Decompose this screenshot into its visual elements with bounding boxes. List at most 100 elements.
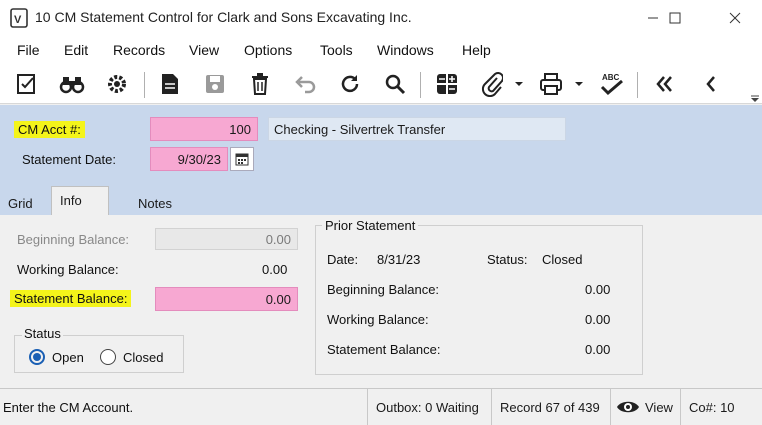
save-button[interactable] [200, 70, 230, 98]
cm-acct-description: Checking - Silvertrek Transfer [268, 117, 566, 141]
prior-statement-balance-label: Statement Balance: [327, 342, 441, 357]
svg-text:V: V [14, 14, 22, 26]
toolbar-overflow-button[interactable] [750, 92, 760, 102]
calculator-icon [437, 74, 457, 94]
menu-windows[interactable]: Windows [377, 42, 434, 58]
menu-file[interactable]: File [17, 42, 40, 58]
chevron-down-icon [751, 95, 759, 102]
status-bar: Enter the CM Account. Outbox: 0 Waiting … [0, 388, 762, 425]
settings-button[interactable] [102, 70, 132, 98]
beginning-balance-field: 0.00 [155, 228, 298, 250]
statement-date-input[interactable]: 9/30/23 [150, 147, 228, 171]
previous-record-button[interactable] [696, 70, 726, 98]
cm-acct-input[interactable]: 100 [150, 117, 258, 141]
menu-help[interactable]: Help [462, 42, 491, 58]
spellcheck-button[interactable]: ABC [597, 70, 627, 98]
status-open-label: Open [52, 350, 84, 365]
save-icon [206, 75, 224, 93]
checklist-icon [17, 74, 35, 94]
status-closed-label: Closed [123, 350, 164, 365]
print-icon [540, 73, 562, 95]
menu-bar: File Edit Records View Options Tools Win… [0, 36, 762, 64]
document-icon [162, 74, 178, 94]
prior-status-value: Closed [542, 252, 583, 267]
find-button[interactable] [57, 70, 87, 98]
prior-date-value: 8/31/23 [377, 252, 421, 267]
cm-acct-label: CM Acct #: [14, 121, 85, 138]
prior-statement-balance-value: 0.00 [585, 342, 611, 357]
close-button[interactable] [712, 0, 758, 36]
search-button[interactable] [380, 70, 410, 98]
new-document-button[interactable] [155, 70, 185, 98]
window-title: 10 CM Statement Control for Clark and So… [35, 9, 412, 25]
menu-view[interactable]: View [189, 42, 219, 58]
chevron-down-icon [575, 82, 583, 86]
maximize-button[interactable] [652, 0, 698, 36]
prior-status-label: Status: [487, 252, 528, 267]
binoculars-icon [59, 77, 85, 94]
statement-balance-input[interactable]: 0.00 [155, 287, 298, 311]
refresh-icon [341, 75, 359, 93]
toolbar: ABC [0, 64, 762, 104]
radio-selected-dot [33, 353, 41, 361]
view-label: View [645, 399, 673, 415]
attachment-button[interactable] [477, 70, 507, 98]
prior-beginning-balance-label: Beginning Balance: [327, 282, 440, 297]
outbox-text: Outbox: 0 Waiting [376, 399, 479, 415]
previous-record-icon [706, 76, 715, 92]
toolbar-separator [144, 72, 145, 98]
view-button[interactable]: View [610, 389, 680, 425]
print-dropdown[interactable] [570, 70, 588, 98]
prior-working-balance-label: Working Balance: [327, 312, 429, 327]
svg-text:ABC: ABC [602, 73, 620, 82]
working-balance-label: Working Balance: [17, 262, 119, 277]
status-open-radio[interactable] [29, 349, 45, 365]
company-text: Co#: 10 [689, 399, 735, 415]
status-message: Enter the CM Account. [3, 400, 134, 415]
print-button[interactable] [536, 70, 566, 98]
statement-date-label: Statement Date: [22, 152, 116, 167]
record-indicator: Record 67 of 439 [491, 389, 610, 425]
menu-records[interactable]: Records [113, 42, 165, 58]
toolbar-separator [637, 72, 638, 98]
attachment-icon [481, 72, 503, 97]
first-record-button[interactable] [650, 70, 680, 98]
eye-icon [617, 401, 639, 413]
checklist-button[interactable] [12, 70, 42, 98]
search-icon [385, 74, 406, 95]
company-indicator: Co#: 10 [680, 389, 762, 425]
calendar-button[interactable] [230, 147, 254, 171]
beginning-balance-label: Beginning Balance: [17, 232, 130, 247]
status-closed-radio[interactable] [100, 349, 116, 365]
toolbar-separator [420, 72, 421, 98]
menu-options[interactable]: Options [244, 42, 292, 58]
app-icon: V [10, 8, 28, 28]
menu-tools[interactable]: Tools [320, 42, 353, 58]
tab-notes[interactable]: Notes [130, 190, 180, 218]
info-tab-content: Beginning Balance: 0.00 Working Balance:… [0, 215, 762, 387]
refresh-button[interactable] [335, 70, 365, 98]
prior-statement-label: Prior Statement [322, 218, 419, 233]
menu-edit[interactable]: Edit [64, 42, 88, 58]
working-balance-value: 0.00 [262, 262, 288, 277]
attachment-dropdown[interactable] [510, 70, 528, 98]
undo-button[interactable] [290, 70, 320, 98]
tab-grid[interactable]: Grid [0, 190, 41, 218]
prior-date-label: Date: [327, 252, 359, 267]
status-group-label: Status [22, 326, 63, 341]
chevron-down-icon [515, 82, 523, 86]
delete-button[interactable] [245, 70, 275, 98]
spellcheck-icon: ABC [600, 73, 623, 96]
prior-beginning-balance-value: 0.00 [585, 282, 611, 297]
maximize-icon [669, 12, 681, 24]
undo-icon [295, 76, 316, 94]
outbox-status[interactable]: Outbox: 0 Waiting [367, 389, 491, 425]
statement-balance-label: Statement Balance: [10, 290, 132, 307]
calendar-icon [235, 153, 249, 166]
title-bar: V 10 CM Statement Control for Clark and … [0, 0, 762, 36]
delete-icon [252, 73, 268, 95]
prior-working-balance-value: 0.00 [585, 312, 611, 327]
tab-info[interactable]: Info [51, 186, 109, 216]
calculator-button[interactable] [432, 70, 462, 98]
record-text: Record 67 of 439 [500, 399, 600, 415]
